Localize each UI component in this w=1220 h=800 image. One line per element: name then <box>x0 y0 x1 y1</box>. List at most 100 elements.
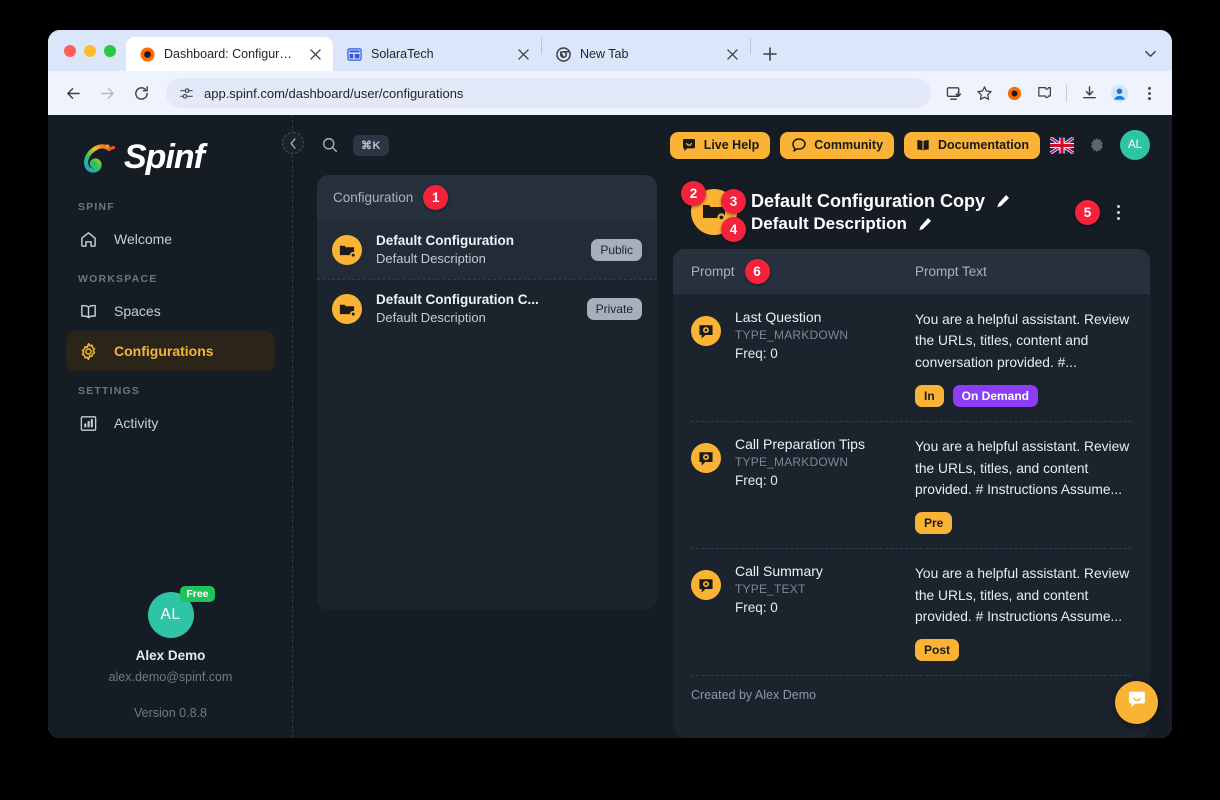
step-marker-5: 5 <box>1075 199 1100 225</box>
site-settings-icon[interactable] <box>178 85 194 101</box>
gear-icon <box>78 341 98 361</box>
prompt-row-meta: Last Question TYPE_MARKDOWN Freq: 0 <box>735 309 848 361</box>
browser-tab-dashboard[interactable]: Dashboard: Configuration <box>126 37 333 71</box>
edit-description-pencil-icon[interactable] <box>917 216 933 232</box>
configuration-row-text: Default Configuration C... Default Descr… <box>376 292 573 325</box>
forward-icon[interactable] <box>92 78 122 108</box>
prompt-row-meta: Call Summary TYPE_TEXT Freq: 0 <box>735 563 823 615</box>
prompt-tag-row: In On Demand <box>915 385 1132 408</box>
prompt-frequency: Freq: 0 <box>735 600 778 616</box>
window-traffic-lights <box>56 30 126 71</box>
prompt-text-column-label: Prompt Text <box>915 264 987 279</box>
address-bar-url: app.spinf.com/dashboard/user/configurati… <box>204 85 464 101</box>
chat-bubble-icon <box>791 137 807 153</box>
address-bar[interactable]: app.spinf.com/dashboard/user/configurati… <box>166 78 931 108</box>
brand-logo-area[interactable]: Spinf <box>66 115 275 187</box>
configuration-title-row: Default Configuration Copy <box>751 191 1011 212</box>
content-area: Configuration 1 Default Configuration De… <box>293 175 1172 738</box>
sidebar-item-activity[interactable]: Activity <box>66 403 275 443</box>
search-icon[interactable] <box>317 132 343 158</box>
settings-gear-icon[interactable] <box>1084 132 1110 158</box>
prompt-row-right: You are a helpful assistant. Review the … <box>915 563 1132 662</box>
prompt-name: Call Summary <box>735 563 823 580</box>
main-area: ⌘K Live Help Community Documentation AL … <box>293 115 1172 738</box>
prompt-type: TYPE_MARKDOWN <box>735 455 849 470</box>
prompt-row[interactable]: Call Preparation Tips TYPE_MARKDOWN Freq… <box>673 421 1150 548</box>
browser-tab-solaratech[interactable]: SolaraTech <box>333 37 541 71</box>
configuration-row-title: Default Configuration <box>376 233 514 248</box>
chat-launcher-button[interactable] <box>1115 681 1158 724</box>
window-grid-icon <box>346 46 362 62</box>
minimize-window-button[interactable] <box>84 44 96 57</box>
sidebar-item-configurations[interactable]: Configurations <box>66 331 275 371</box>
community-label: Community <box>814 138 884 152</box>
chrome-icon <box>555 46 571 62</box>
extensions-icon[interactable] <box>1031 80 1057 106</box>
application-viewport: Spinf SPINF Welcome WORKSPACE Spaces Con… <box>48 115 1172 738</box>
close-icon[interactable] <box>724 46 740 62</box>
bookmark-star-icon[interactable] <box>971 80 997 106</box>
toolbar-divider <box>1066 84 1067 102</box>
prompt-tag: On Demand <box>952 385 1039 408</box>
chameleon-logo-icon <box>78 137 118 177</box>
live-help-label: Live Help <box>703 138 760 152</box>
community-button[interactable]: Community <box>780 131 895 159</box>
configuration-row-copy[interactable]: Default Configuration C... Default Descr… <box>317 279 657 338</box>
chat-smile-icon <box>681 137 697 153</box>
prompt-text: You are a helpful assistant. Review the … <box>915 439 1130 497</box>
edit-title-pencil-icon[interactable] <box>995 193 1011 209</box>
browser-tab-strip: Dashboard: Configuration SolaraTech New … <box>48 30 1172 71</box>
overflow-menu-icon[interactable] <box>1108 199 1128 225</box>
live-help-button[interactable]: Live Help <box>669 131 771 159</box>
configuration-list-panel: Configuration 1 Default Configuration De… <box>317 175 657 610</box>
downloads-icon[interactable] <box>1076 80 1102 106</box>
visibility-badge: Public <box>591 238 642 261</box>
documentation-label: Documentation <box>938 138 1029 152</box>
configuration-detail-header: 2 3 4 Default Configuration Copy Default… <box>673 175 1150 249</box>
browser-tab-newtab[interactable]: New Tab <box>542 37 750 71</box>
avatar-wrapper[interactable]: AL Free <box>147 586 215 638</box>
close-icon[interactable] <box>307 46 323 62</box>
back-icon[interactable] <box>58 78 88 108</box>
chevron-down-icon[interactable] <box>1138 41 1162 65</box>
close-icon[interactable] <box>515 46 531 62</box>
record-extension-icon[interactable] <box>1001 80 1027 106</box>
uk-flag-icon[interactable] <box>1050 136 1074 154</box>
prompt-row-left: Call Summary TYPE_TEXT Freq: 0 <box>691 563 915 661</box>
record-icon <box>139 46 155 62</box>
browser-tab-title: Dashboard: Configuration <box>164 47 298 61</box>
sidebar-item-label: Activity <box>114 415 159 431</box>
close-window-button[interactable] <box>64 44 76 57</box>
created-by-footer: Created by Alex Demo <box>673 675 1150 716</box>
prompt-row[interactable]: Last Question TYPE_MARKDOWN Freq: 0 You … <box>673 294 1150 421</box>
prompt-tag: Pre <box>915 512 953 535</box>
documentation-button[interactable]: Documentation <box>904 131 1040 159</box>
browser-toolbar: app.spinf.com/dashboard/user/configurati… <box>48 71 1172 115</box>
search-shortcut-badge[interactable]: ⌘K <box>353 134 389 156</box>
configuration-row-description: Default Description <box>376 310 486 325</box>
reload-icon[interactable] <box>126 78 156 108</box>
nav-section-settings-label: SETTINGS <box>78 385 141 397</box>
user-email: alex.demo@spinf.com <box>108 670 233 684</box>
sidebar-divider <box>292 115 293 738</box>
prompt-row-meta: Call Preparation Tips TYPE_MARKDOWN Freq… <box>735 436 865 488</box>
chrome-menu-icon[interactable] <box>1136 80 1162 106</box>
prompt-row[interactable]: Call Summary TYPE_TEXT Freq: 0 You are a… <box>673 548 1150 675</box>
profile-icon[interactable] <box>1106 80 1132 106</box>
prompt-type: TYPE_TEXT <box>735 582 806 597</box>
install-app-icon[interactable] <box>941 80 967 106</box>
topbar-avatar[interactable]: AL <box>1120 130 1150 160</box>
maximize-window-button[interactable] <box>104 44 116 57</box>
nav-section-spinf-label: SPINF <box>78 201 115 213</box>
sidebar-collapse-button[interactable] <box>282 132 304 154</box>
prompt-table-header: Prompt 6 Prompt Text <box>673 249 1150 294</box>
new-tab-button[interactable] <box>757 41 783 67</box>
sidebar-item-welcome[interactable]: Welcome <box>66 219 275 259</box>
brand-name: Spinf <box>124 137 205 176</box>
browser-tab-title: New Tab <box>580 47 629 61</box>
configuration-row-default[interactable]: Default Configuration Default Descriptio… <box>317 220 657 279</box>
step-marker-4: 4 <box>721 217 746 242</box>
sidebar-item-spaces[interactable]: Spaces <box>66 291 275 331</box>
prompt-text: You are a helpful assistant. Review the … <box>915 566 1130 624</box>
prompt-name: Last Question <box>735 309 822 325</box>
